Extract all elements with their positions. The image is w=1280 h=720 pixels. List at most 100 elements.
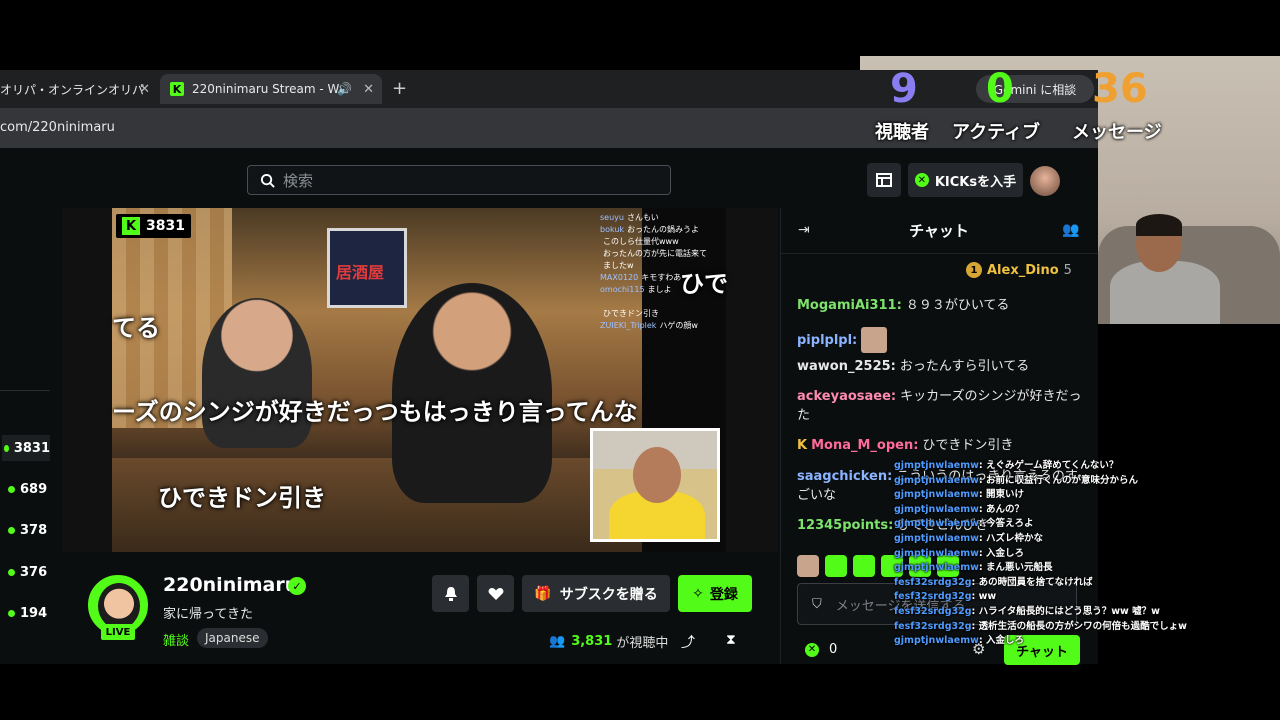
subtitle-3: ひできドン引き: [158, 484, 326, 512]
kicks-balance[interactable]: ✕ 0: [805, 642, 837, 657]
sparkle-icon: ✧: [692, 585, 704, 602]
new-tab-button[interactable]: +: [392, 78, 407, 99]
viewer-info: 👥 3,831 が視聴中: [549, 632, 668, 651]
search-placeholder: 検索: [283, 171, 314, 190]
mini-chat-line: ZUIEKI_Triplek ハゲの顔w: [600, 321, 698, 330]
viewer-count: 689: [20, 482, 48, 497]
overlay-chat-line: gjmptjnwlaemw: 開東いけ: [894, 489, 1025, 501]
overlay-chat-line: fesf32srdg32g: あの時団員を捨てなければ: [894, 576, 1093, 588]
language-tag[interactable]: Japanese: [197, 628, 268, 648]
get-kicks-label: KICKsを入手: [934, 174, 1017, 190]
viewer-count: 194: [20, 606, 48, 621]
overlay-chat-line: gjmptjnwlaemw: 今答えろよ: [894, 518, 1034, 530]
overlay-chat-line: gjmptjnwlaemw: ハズレ枠かな: [894, 532, 1044, 544]
overlay-chat-line: gjmptjnwlaemw: 入金しろ: [894, 635, 1025, 647]
user-avatar[interactable]: [1030, 166, 1060, 196]
stat-messages-label: メッセージ: [1072, 122, 1162, 143]
address-text: com/220ninimaru: [0, 120, 115, 135]
stream-title: 家に帰ってきた: [163, 607, 253, 622]
subtitle-1: てる: [112, 314, 160, 342]
browser-tab-stream[interactable]: K 220ninimaru Stream - Wa 🔊 ✕: [160, 74, 382, 104]
chat-message: K Mona_M_open: ひできドン引き: [797, 438, 1014, 453]
notify-button[interactable]: [432, 575, 469, 612]
mini-chat-line: おったんの方が先に電話来て: [603, 249, 707, 258]
overlay-chat: gjmptjnwlaemw: えぐみゲーム辞めてくんない？ gjmptjnwla…: [894, 459, 1214, 649]
emote-icon[interactable]: [797, 555, 819, 577]
overlay-chat-line: gjmptjnwlaemw: まん悪い元船長: [894, 562, 1053, 574]
overlay-chat-line: gjmptjnwlaemw: お前に収益行くんのが意味分からん: [894, 474, 1139, 486]
chat-message: ackeyaosaee: キッカーズのシンジが好きだった: [797, 389, 1082, 423]
chat-message: wawon_2525: おったんすら引いてる: [797, 359, 1030, 374]
live-badge: LIVE: [101, 624, 135, 640]
viewer-count: 3831: [13, 440, 50, 456]
heart-icon: [488, 587, 503, 600]
emote-icon[interactable]: [853, 555, 875, 577]
sidebar-channel-1[interactable]: 3831: [2, 435, 50, 461]
live-viewer-badge: K 3831: [116, 214, 191, 238]
layout-button[interactable]: [867, 163, 901, 197]
mini-chat-line: ひできドン引き: [603, 309, 659, 318]
subtitle-2: ーズのシンジが好きだっつもはっきり言ってんな: [112, 398, 638, 426]
shield-icon: ⛉: [812, 596, 822, 612]
sidebar-channel-2[interactable]: 689: [8, 482, 47, 497]
share-icon[interactable]: ⤴: [681, 632, 695, 652]
stat-viewers-label: 視聴者: [875, 122, 929, 143]
speaker-icon[interactable]: 🔊: [337, 82, 352, 96]
viewer-suffix: が視聴中: [616, 636, 669, 651]
overlay-chat-line: gjmptjnwlaemw: えぐみゲーム辞めてくんない？: [894, 460, 1119, 471]
bell-icon: [444, 586, 457, 601]
restaurant-banner: 居酒屋: [327, 228, 407, 308]
live-viewer-count: 3831: [146, 218, 185, 234]
gift-sub-label: サブスクを贈る: [559, 586, 658, 603]
close-icon[interactable]: ✕: [139, 82, 150, 97]
tab-label: 220ninimaru Stream - Wa: [192, 82, 342, 96]
live-dot-icon: [8, 610, 15, 617]
emote-image: [861, 327, 888, 353]
clip-icon[interactable]: ⧗: [726, 632, 736, 648]
layout-icon: [876, 173, 892, 187]
users-icon: 👥: [549, 634, 566, 649]
kick-logo-icon: K: [122, 217, 140, 235]
live-dot-icon: [8, 527, 15, 534]
kicks-icon: ✕: [805, 642, 819, 657]
stat-messages-value: 36: [1092, 66, 1148, 112]
follow-label: 登録: [709, 586, 738, 603]
browser-tab-oripa[interactable]: オリパ・オンラインオリパ ✕: [0, 74, 158, 104]
gift-sub-button[interactable]: 🎁 サブスクを贈る: [522, 575, 670, 612]
search-input[interactable]: 検索: [247, 165, 671, 195]
live-dot-icon: [8, 569, 15, 576]
stream-category[interactable]: 雑談: [163, 630, 189, 649]
overlay-chat-line: fesf32srdg32g: 透析生活の船長の方がシワの何倍も過酷でしょw: [894, 620, 1187, 632]
tab-label: オリパ・オンラインオリパ: [0, 82, 145, 97]
sidebar-channel-4[interactable]: 376: [8, 565, 47, 580]
close-icon[interactable]: ✕: [363, 82, 374, 97]
follow-button[interactable]: ✧ 登録: [678, 575, 752, 612]
live-dot-icon: [8, 486, 15, 493]
kicks-value: 0: [829, 642, 838, 657]
gifter-name: Alex_Dino: [987, 262, 1059, 278]
channel-name[interactable]: 220ninimaru: [163, 574, 298, 596]
sidebar-channel-3[interactable]: 378: [8, 523, 47, 538]
emote-icon[interactable]: [825, 555, 847, 577]
overlay-chat-line: fesf32srdg32g: ハライタ船長的にはどう思う？ww 嘘？w: [894, 605, 1160, 617]
verified-icon: ✓: [288, 577, 306, 595]
collapse-chat-icon[interactable]: ⇥: [798, 222, 810, 238]
stat-viewers-value: 9: [890, 66, 918, 112]
users-icon[interactable]: 👥: [1062, 222, 1079, 238]
kick-badge-icon: K: [797, 438, 808, 453]
chat-message: piplplpl:: [797, 327, 1087, 353]
get-kicks-button[interactable]: ✕ KICKsを入手: [908, 163, 1023, 197]
video-player[interactable]: 居酒屋 K 3831 seuyu さんもい bokuk おったんの鍋みうよ このしら…: [62, 208, 778, 552]
rank-badge-icon: 1: [966, 262, 982, 278]
chat-header: チャット: [780, 208, 1098, 254]
favorite-button[interactable]: [477, 575, 514, 612]
mini-chat-line: seuyu さんもい: [600, 213, 659, 222]
kick-favicon-icon: K: [170, 82, 184, 96]
overlay-chat-line: gjmptjnwlaemw: あんの？: [894, 503, 1025, 515]
address-bar[interactable]: [0, 108, 1098, 148]
mini-chat-line: このしら仕量代www: [603, 237, 679, 246]
overlay-chat-line: gjmptjnwlaemw: 入金しろ: [894, 547, 1025, 559]
subtitle-right: ひで: [680, 270, 728, 298]
stat-active-value: 0: [986, 66, 1014, 112]
sidebar-channel-5[interactable]: 194: [8, 606, 47, 621]
